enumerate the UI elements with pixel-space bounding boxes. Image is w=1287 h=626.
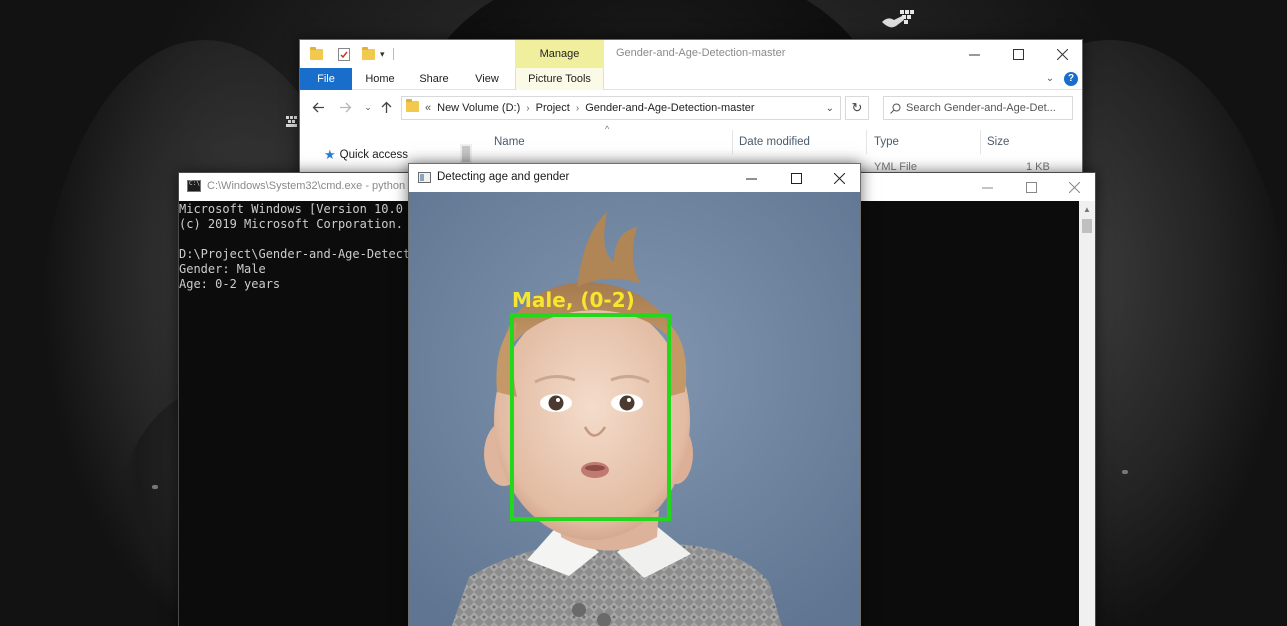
column-header-name[interactable]: Name	[494, 130, 525, 154]
arrow-left-icon	[312, 102, 324, 112]
column-divider	[866, 130, 867, 154]
tab-view[interactable]: View	[465, 68, 509, 90]
help-icon[interactable]: ?	[1064, 72, 1078, 86]
app-window-icon	[418, 172, 431, 183]
column-divider	[980, 130, 981, 154]
refresh-button[interactable]: ↻	[845, 96, 869, 120]
sort-ascending-icon: ^	[605, 124, 610, 134]
explorer-window-title: Gender-and-Age-Detection-master	[616, 47, 786, 59]
cmd-icon	[187, 180, 201, 192]
column-header-size[interactable]: Size	[987, 130, 1009, 154]
up-button[interactable]	[378, 99, 394, 115]
detection-image: Male, (0-2)	[409, 192, 860, 626]
close-icon	[833, 172, 845, 184]
detection-window: Detecting age and gender Male, (0-2)	[408, 163, 861, 626]
column-header-date-modified[interactable]: Date modified	[739, 130, 810, 154]
console-close-button[interactable]	[1052, 173, 1096, 201]
tab-home[interactable]: Home	[358, 68, 402, 90]
tab-picture-tools[interactable]: Picture Tools	[515, 68, 604, 90]
back-button[interactable]	[310, 99, 326, 115]
explorer-title-bar[interactable]: ▾ Manage Gender-and-Age-Detection-master	[300, 40, 1082, 68]
maximize-icon	[1012, 48, 1024, 60]
detection-title-bar[interactable]: Detecting age and gender	[409, 164, 860, 192]
address-bar[interactable]: « New Volume (D:) › Project › Gender-and…	[401, 96, 841, 120]
search-icon	[890, 103, 901, 114]
breadcrumb-separator-icon: ›	[526, 102, 530, 114]
keyboard-glyph-icon	[286, 116, 297, 127]
close-icon	[1056, 48, 1068, 60]
detection-label: Male, (0-2)	[512, 288, 635, 312]
folder-icon	[310, 46, 323, 62]
child-portrait-photo: Male, (0-2)	[409, 192, 860, 626]
close-icon	[1068, 181, 1080, 193]
customize-toolbar-chevron-icon[interactable]: ▾	[380, 46, 385, 62]
ribbon-tabs: File Home Share View Picture Tools ⌄ ?	[300, 68, 1082, 90]
detection-window-title: Detecting age and gender	[437, 171, 570, 183]
minimize-icon	[968, 54, 980, 55]
maximize-icon	[1025, 181, 1037, 193]
tab-share[interactable]: Share	[412, 68, 456, 90]
breadcrumb-project[interactable]: Project	[536, 102, 570, 114]
forward-button[interactable]	[337, 99, 353, 115]
manage-contextual-tab[interactable]: Manage	[515, 40, 604, 68]
address-dropdown-chevron-icon[interactable]: ⌄	[826, 103, 834, 114]
star-icon: ★	[324, 147, 336, 162]
console-window-title: C:\Windows\System32\cmd.exe - python	[207, 180, 406, 192]
breadcrumb-gender-age-master[interactable]: Gender-and-Age-Detection-master	[585, 102, 754, 114]
search-input[interactable]: Search Gender-and-Age-Det...	[883, 96, 1073, 120]
breadcrumb-overflow[interactable]: «	[425, 102, 431, 114]
wallpaper-zipper-dot	[152, 485, 158, 489]
arrow-up-icon	[381, 101, 391, 113]
expand-ribbon-chevron-icon[interactable]: ⌄	[1042, 68, 1058, 90]
column-header-type[interactable]: Type	[874, 130, 899, 154]
maximize-button[interactable]	[996, 40, 1040, 68]
breadcrumb-new-volume[interactable]: New Volume (D:)	[437, 102, 520, 114]
minimize-button[interactable]	[952, 40, 996, 68]
nav-quick-access[interactable]: ★ Quick access	[324, 147, 408, 163]
refresh-icon: ↻	[851, 100, 863, 115]
address-bar-row: ⌄ « New Volume (D:) › Project › Gender-a…	[300, 91, 1082, 125]
hand-keyboard-icon	[882, 10, 914, 28]
wallpaper-zipper-dot	[1122, 470, 1128, 474]
console-scrollbar[interactable]: ▲	[1079, 201, 1095, 626]
detection-maximize-button[interactable]	[774, 164, 818, 192]
address-folder-icon	[406, 99, 419, 115]
minimize-icon	[745, 178, 757, 179]
maximize-icon	[790, 172, 802, 184]
nav-quick-access-label: Quick access	[339, 149, 409, 161]
column-divider	[732, 130, 733, 154]
minimize-icon	[981, 187, 993, 188]
properties-icon[interactable]	[338, 46, 350, 62]
search-placeholder: Search Gender-and-Age-Det...	[906, 102, 1056, 114]
detection-minimize-button[interactable]	[729, 164, 773, 192]
scroll-thumb[interactable]	[1082, 219, 1092, 233]
arrow-right-icon	[339, 102, 351, 112]
new-folder-icon[interactable]	[362, 46, 375, 62]
console-maximize-button[interactable]	[1009, 173, 1053, 201]
toolbar-divider	[393, 48, 394, 60]
close-button[interactable]	[1040, 40, 1084, 68]
tab-file[interactable]: File	[300, 68, 352, 90]
recent-locations-chevron-icon[interactable]: ⌄	[360, 99, 376, 115]
scroll-up-icon[interactable]: ▲	[1083, 205, 1091, 214]
console-minimize-button[interactable]	[965, 173, 1009, 201]
breadcrumb-separator-icon: ›	[575, 102, 580, 114]
detection-close-button[interactable]	[817, 164, 861, 192]
